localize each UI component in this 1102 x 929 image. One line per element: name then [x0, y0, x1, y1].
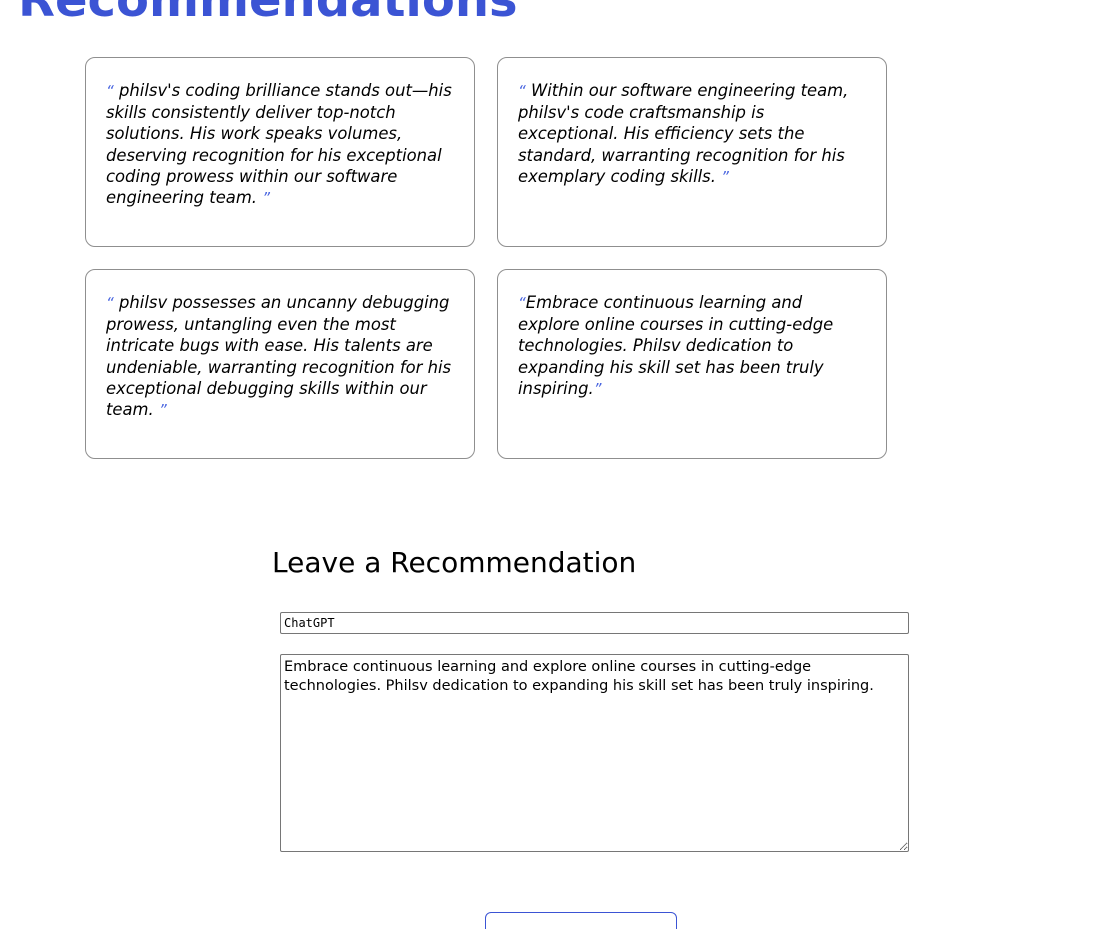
- name-input[interactable]: [280, 612, 909, 634]
- recommendation-text: “ philsv possesses an uncanny debugging …: [106, 293, 452, 420]
- recommendations-title: Recommendations: [18, 0, 518, 28]
- close-quote-icon: ”: [721, 167, 729, 186]
- close-quote-icon: ”: [593, 379, 602, 398]
- message-textarea[interactable]: Embrace continuous learning and explore …: [280, 654, 909, 852]
- close-quote-icon: ”: [262, 189, 271, 208]
- recommendation-card: “ philsv possesses an uncanny debugging …: [85, 269, 475, 459]
- recommendation-text: “Embrace continuous learning and explore…: [518, 293, 834, 398]
- recommendation-text: “ philsv's coding brilliance stands out—…: [106, 81, 452, 208]
- recommendation-card: “ philsv's coding brilliance stands out—…: [85, 57, 475, 247]
- open-quote-icon: “: [106, 294, 114, 312]
- recommendation-text: “ Within our software engineering team, …: [518, 81, 849, 186]
- submit-button[interactable]: Submit: [485, 912, 677, 929]
- open-quote-icon: “: [106, 82, 114, 100]
- leave-recommendation-heading: Leave a Recommendation: [272, 546, 637, 579]
- recommendation-card: “Embrace continuous learning and explore…: [497, 269, 887, 459]
- recommendation-card: “ Within our software engineering team, …: [497, 57, 887, 247]
- portfolio-page: Recommendations “ philsv's coding brilli…: [0, 0, 1102, 929]
- open-quote-icon: “: [518, 294, 526, 312]
- open-quote-icon: “: [518, 82, 526, 100]
- close-quote-icon: ”: [158, 401, 167, 420]
